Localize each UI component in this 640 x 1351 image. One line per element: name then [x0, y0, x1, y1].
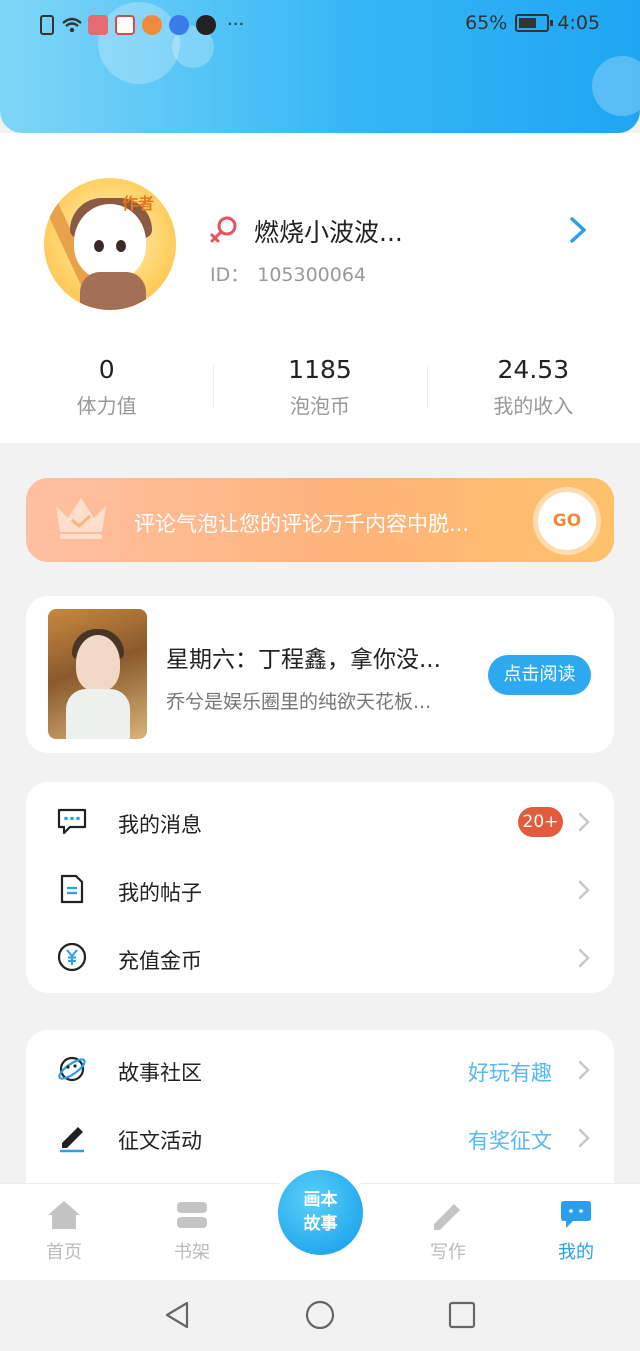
book-cover[interactable] — [48, 609, 147, 739]
cover-person-shirt — [66, 689, 130, 739]
chevron-right-icon — [578, 1128, 590, 1148]
recents-icon[interactable] — [446, 1299, 478, 1331]
stat-value: 0 — [98, 355, 115, 384]
unread-badge: 20+ — [518, 807, 563, 837]
avatar-face — [74, 204, 146, 280]
battery-percent: 65% — [465, 12, 508, 34]
tab-home[interactable]: 首页 — [19, 1198, 109, 1264]
avatar-author-tag: 作者 — [122, 194, 155, 213]
home-circle-icon[interactable] — [304, 1299, 336, 1331]
menu-item-posts[interactable]: 我的帖子 — [26, 855, 614, 923]
promo-banner[interactable]: 评论气泡让您的评论万千内容中脱... GO — [26, 478, 614, 562]
clock: 4:05 — [557, 12, 600, 34]
message-icon — [57, 808, 87, 835]
menu-item-hint: 有奖征文 — [468, 1129, 552, 1153]
avatar-eye — [116, 240, 126, 252]
stat-income[interactable]: 24.53 我的收入 — [426, 351, 640, 421]
book-description: 乔兮是娱乐圈里的纯欲天花板... — [166, 691, 432, 713]
yuan-coin-icon — [57, 942, 87, 972]
stat-bubble-coins[interactable]: 1185 泡泡币 — [213, 351, 426, 421]
center-tab-line2: 故事 — [303, 1214, 338, 1234]
profile-icon — [561, 1201, 591, 1228]
status-bar: ··· 65% 4:05 — [0, 0, 640, 52]
tab-label: 首页 — [46, 1242, 82, 1263]
stat-stamina[interactable]: 0 体力值 — [0, 351, 213, 421]
user-id: ID： 105300064 — [210, 260, 366, 287]
menu-card-personal: 我的消息 20+ 我的帖子 充值金币 — [26, 782, 614, 993]
menu-item-label: 充值金币 — [118, 949, 202, 973]
read-button[interactable]: 点击阅读 — [488, 655, 591, 695]
menu-item-writing-contest[interactable]: 征文活动 有奖征文 — [26, 1103, 614, 1171]
menu-item-label: 征文活动 — [118, 1129, 202, 1153]
app-notification-icon — [115, 14, 135, 35]
chevron-right-icon — [578, 948, 590, 968]
menu-item-story-community[interactable]: 故事社区 好玩有趣 — [26, 1035, 614, 1103]
user-id-label: ID： — [210, 264, 250, 286]
write-icon — [434, 1204, 460, 1230]
book-recommendation-card[interactable]: 星期六：丁程鑫，拿你没... 乔兮是娱乐圈里的纯欲天花板... 点击阅读 — [26, 596, 614, 753]
user-id-value: 105300064 — [257, 264, 367, 286]
pen-icon — [60, 1127, 84, 1153]
decor-bubble — [592, 56, 640, 116]
menu-item-label: 故事社区 — [118, 1061, 202, 1085]
chevron-right-icon — [578, 812, 590, 832]
document-icon — [60, 874, 84, 904]
stat-value: 24.53 — [497, 355, 570, 384]
wifi-icon — [61, 15, 82, 35]
avatar[interactable]: 作者 — [44, 178, 176, 310]
crown-icon — [56, 498, 106, 539]
app-notification-icon — [142, 14, 162, 35]
menu-item-messages[interactable]: 我的消息 20+ — [26, 787, 614, 855]
book-title[interactable]: 星期六：丁程鑫，拿你没... — [166, 640, 441, 674]
alert-icon — [40, 14, 54, 35]
battery-icon — [515, 14, 554, 32]
username[interactable]: 燃烧小波波... — [254, 213, 403, 249]
menu-item-recharge[interactable]: 充值金币 — [26, 923, 614, 991]
chevron-right-icon[interactable] — [566, 215, 590, 245]
bookshelf-icon — [177, 1202, 207, 1228]
stat-label: 体力值 — [76, 394, 137, 418]
profile-section: 作者 燃烧小波波... ID： 105300064 0 体力值 1185 泡泡币 … — [0, 133, 640, 443]
app-notification-icon — [88, 14, 108, 35]
menu-item-label: 我的消息 — [118, 813, 202, 837]
back-icon[interactable] — [161, 1299, 193, 1331]
home-icon — [48, 1201, 80, 1229]
female-gender-icon — [210, 216, 237, 243]
go-button[interactable]: GO — [538, 492, 596, 550]
promo-text: 评论气泡让您的评论万千内容中脱... — [134, 512, 470, 536]
tab-mine[interactable]: 我的 — [531, 1198, 621, 1264]
menu-item-hint: 好玩有趣 — [468, 1061, 552, 1085]
tab-label: 书架 — [174, 1242, 210, 1263]
tab-bookshelf[interactable]: 书架 — [147, 1198, 237, 1264]
stat-label: 我的收入 — [493, 394, 574, 418]
stat-label: 泡泡币 — [289, 394, 350, 418]
system-nav-bar — [0, 1280, 640, 1351]
status-icons: ··· — [40, 14, 244, 35]
stat-value: 1185 — [288, 355, 352, 384]
cover-person — [76, 635, 120, 691]
avatar-body — [80, 272, 146, 310]
status-right: 65% 4:05 — [465, 12, 600, 34]
battery-fill — [519, 18, 537, 28]
planet-icon — [58, 1056, 86, 1082]
center-tab-button[interactable]: 画本 故事 — [278, 1170, 363, 1255]
center-tab-line1: 画本 — [303, 1190, 338, 1210]
stats-row: 0 体力值 1185 泡泡币 24.53 我的收入 — [0, 351, 640, 421]
tab-label: 写作 — [430, 1242, 466, 1263]
chevron-right-icon — [578, 1060, 590, 1080]
avatar-eye — [94, 240, 104, 252]
more-icon: ··· — [227, 14, 245, 35]
tab-write[interactable]: 写作 — [403, 1198, 493, 1264]
bottom-tab-bar: 首页 书架 画本 故事 写作 我的 — [0, 1162, 640, 1280]
tab-label: 我的 — [558, 1242, 594, 1263]
app-notification-icon — [196, 14, 216, 35]
chevron-right-icon — [578, 880, 590, 900]
paw-icon — [169, 14, 189, 35]
menu-item-label: 我的帖子 — [118, 881, 202, 905]
